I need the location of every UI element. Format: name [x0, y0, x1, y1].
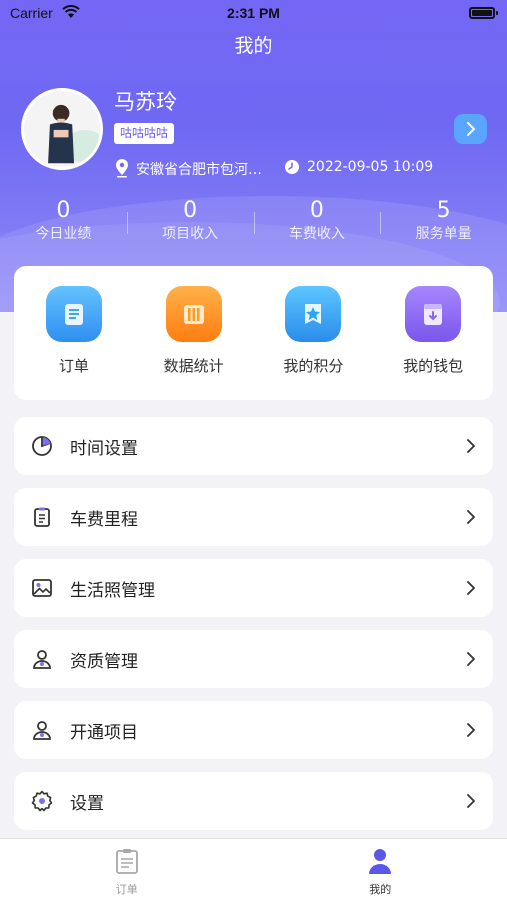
quick-action-label: 我的钱包: [403, 357, 464, 375]
stats-row: 0 今日业绩 0 项目收入 0 车费收入 5 服务单量: [0, 198, 507, 248]
status-bar: Carrier 2:31 PM: [0, 0, 507, 28]
stat-value: 5: [436, 198, 451, 223]
menu-item-fare-mileage[interactable]: 车费里程: [14, 488, 493, 546]
datetime-text: 2022-09-05 10:09: [307, 159, 434, 175]
stat-today-performance[interactable]: 0 今日业绩: [0, 198, 127, 248]
user-tab-icon: [369, 849, 392, 874]
stat-value: 0: [309, 198, 324, 223]
stat-label: 车费收入: [288, 226, 345, 242]
stat-value: 0: [56, 198, 71, 223]
page-title: 我的: [234, 35, 273, 57]
menu-item-label: 开通项目: [70, 722, 138, 743]
star-points-icon: [285, 286, 342, 342]
chevron-right-icon: [467, 581, 475, 595]
location-text: 安徽省合肥市包河…: [136, 162, 262, 178]
menu-item-label: 时间设置: [70, 438, 138, 459]
menu-item-life-photos[interactable]: 生活照管理: [14, 559, 493, 617]
stat-value: 0: [183, 198, 198, 223]
person-icon: [33, 650, 51, 669]
user-tag-badge: 咕咕咕咕: [114, 123, 175, 144]
quick-action-data-stats[interactable]: 数据统计: [134, 286, 254, 400]
tab-orders[interactable]: 订单: [0, 839, 254, 900]
stat-label: 今日业绩: [35, 226, 92, 242]
gear-icon: [31, 790, 53, 812]
chevron-right-icon: [466, 122, 475, 136]
stat-label: 项目收入: [162, 226, 219, 242]
wallet-icon: [405, 286, 462, 342]
chevron-right-icon: [467, 439, 475, 453]
clock-icon: [285, 160, 299, 174]
menu-item-settings[interactable]: 设置: [14, 772, 493, 830]
chevron-right-icon: [467, 794, 475, 808]
chevron-right-icon: [467, 652, 475, 666]
stat-label: 服务单量: [415, 226, 472, 242]
clock-time: 2:31 PM: [227, 5, 280, 21]
pie-chart-icon: [32, 436, 52, 456]
avatar[interactable]: [21, 88, 103, 170]
menu-item-label: 车费里程: [70, 509, 138, 530]
quick-action-label: 我的积分: [283, 357, 344, 375]
stat-service-orders[interactable]: 5 服务单量: [380, 198, 507, 248]
tab-label: 订单: [115, 883, 138, 896]
menu-item-time-settings[interactable]: 时间设置: [14, 417, 493, 475]
quick-action-wallet[interactable]: 我的钱包: [373, 286, 493, 400]
quick-actions-card: 订单 数据统计 我的积分 我的钱包: [14, 266, 493, 400]
clipboard-tab-icon: [115, 849, 138, 874]
person-icon: [33, 721, 51, 740]
chevron-right-icon: [467, 510, 475, 524]
battery-icon: [469, 7, 498, 19]
order-scroll-icon: [45, 286, 102, 342]
clipboard-icon: [34, 507, 50, 527]
menu-item-label: 生活照管理: [70, 580, 155, 601]
quick-action-points[interactable]: 我的积分: [254, 286, 374, 400]
tab-label: 我的: [369, 883, 392, 896]
profile-detail-button[interactable]: [454, 114, 487, 144]
menu-item-open-projects[interactable]: 开通项目: [14, 701, 493, 759]
stat-fare-income[interactable]: 0 车费收入: [253, 198, 381, 248]
settings-menu: 时间设置 车费里程 生活照管理 资质管理 开通项目 设置: [14, 417, 493, 843]
stat-project-income[interactable]: 0 项目收入: [126, 198, 254, 248]
quick-action-label: 订单: [58, 357, 89, 375]
data-stats-icon: [165, 286, 222, 342]
avatar-photo: [24, 91, 100, 167]
user-name: 马苏玲: [114, 90, 177, 114]
tab-mine[interactable]: 我的: [254, 839, 507, 900]
menu-item-label: 设置: [70, 793, 104, 814]
quick-action-orders[interactable]: 订单: [14, 286, 134, 400]
location-pin-icon: [116, 159, 128, 178]
menu-item-qualification[interactable]: 资质管理: [14, 630, 493, 688]
tab-bar: 订单 我的: [0, 838, 507, 900]
photo-icon: [32, 579, 52, 597]
quick-action-label: 数据统计: [163, 357, 224, 375]
menu-item-label: 资质管理: [70, 651, 138, 672]
chevron-right-icon: [467, 723, 475, 737]
